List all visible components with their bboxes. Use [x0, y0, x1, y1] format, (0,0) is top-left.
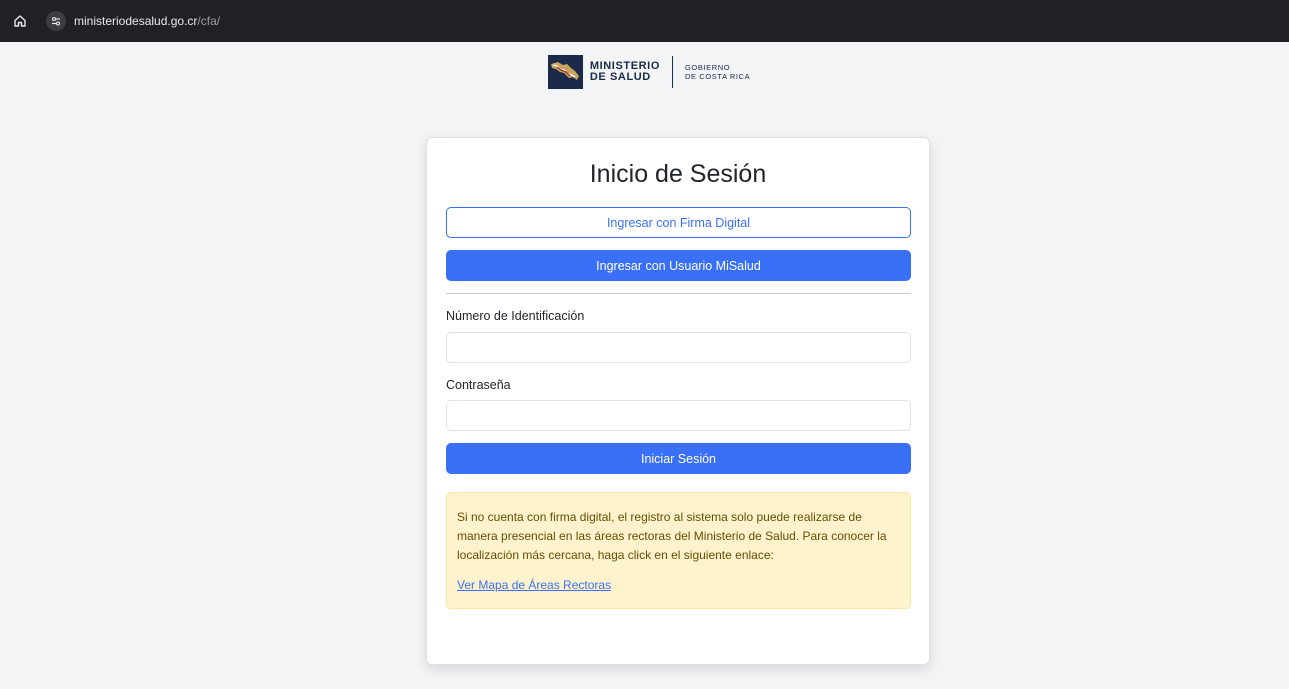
identification-input[interactable] [446, 332, 911, 363]
login-submit-button[interactable]: Iniciar Sesión [446, 443, 911, 474]
ministry-logo: MINISTERIO DE SALUD GOBIERNO DE COSTA RI… [9, 55, 1289, 89]
tune-icon[interactable] [46, 11, 66, 31]
alert-text: Si no cuenta con firma digital, el regis… [457, 510, 887, 562]
password-input[interactable] [446, 400, 911, 431]
browser-toolbar: ministeriodesalud.go.cr/cfa/ [0, 0, 1289, 42]
logo-ministry-name: MINISTERIO DE SALUD [589, 60, 660, 83]
logo-divider [672, 56, 673, 88]
divider [446, 293, 911, 294]
firma-digital-button[interactable]: Ingresar con Firma Digital [446, 207, 911, 238]
identification-label: Número de Identificación [446, 309, 585, 323]
login-card: Inicio de Sesión Ingresar con Firma Digi… [426, 137, 930, 665]
info-alert: Si no cuenta con firma digital, el regis… [446, 492, 911, 609]
password-label: Contraseña [446, 378, 511, 392]
page-body: MINISTERIO DE SALUD GOBIERNO DE COSTA RI… [9, 42, 1289, 689]
logo-government-name: GOBIERNO DE COSTA RICA [685, 63, 751, 81]
misalud-login-button[interactable]: Ingresar con Usuario MiSalud [446, 250, 911, 281]
url-host: ministeriodesalud.go.cr [74, 14, 198, 28]
page-title: Inicio de Sesión [589, 160, 767, 188]
map-link[interactable]: Ver Mapa de Áreas Rectoras [457, 578, 611, 592]
url-path: /cfa/ [197, 14, 221, 28]
costa-rica-map-icon [547, 55, 583, 89]
home-icon[interactable] [10, 11, 30, 31]
address-bar[interactable]: ministeriodesalud.go.cr/cfa/ [40, 9, 231, 33]
